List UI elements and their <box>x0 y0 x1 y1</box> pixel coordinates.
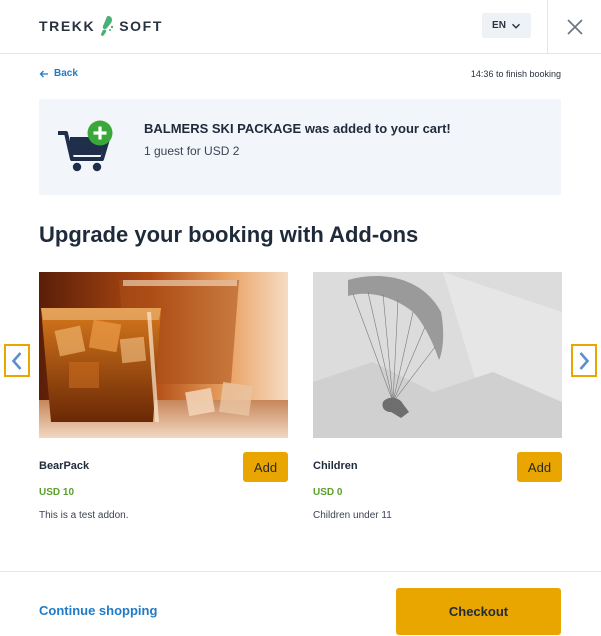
header-divider <box>547 0 548 54</box>
continue-shopping-link[interactable]: Continue shopping <box>39 603 157 618</box>
checkout-button[interactable]: Checkout <box>396 588 561 635</box>
close-icon <box>567 19 583 35</box>
carousel-next-button[interactable] <box>571 344 597 377</box>
chevron-right-icon <box>579 351 590 370</box>
add-addon-button[interactable]: Add <box>243 452 288 482</box>
addon-card: Children Add USD 0 Children under 11 <box>313 272 562 521</box>
addons-heading: Upgrade your booking with Add-ons <box>39 222 419 247</box>
booking-timer: 14:36 to finish booking <box>470 69 561 79</box>
carousel-prev-button[interactable] <box>4 344 30 377</box>
header: TREKK SOFT EN <box>0 0 601 54</box>
addon-image-paraglider <box>313 272 562 438</box>
language-label: EN <box>492 20 506 31</box>
logo-text-left: TREKK <box>39 18 96 34</box>
logo-text-right: SOFT <box>119 18 163 34</box>
cart-notice: BALMERS SKI PACKAGE was added to your ca… <box>39 99 561 195</box>
chevron-left-icon <box>11 351 22 370</box>
addon-description: Children under 11 <box>313 510 392 521</box>
cart-notice-subtitle: 1 guest for USD 2 <box>144 144 240 158</box>
chevron-down-icon <box>511 23 520 29</box>
close-button[interactable] <box>562 14 588 40</box>
addon-description: This is a test addon. <box>39 510 129 521</box>
addon-name: Children <box>313 460 358 472</box>
footer: Continue shopping Checkout <box>0 571 601 636</box>
add-addon-button[interactable]: Add <box>517 452 562 482</box>
addon-price: USD 10 <box>39 487 75 498</box>
back-label: Back <box>54 68 78 79</box>
addon-card: BearPack Add USD 10 This is a test addon… <box>39 272 288 521</box>
cart-added-icon <box>58 120 113 172</box>
arrow-left-icon <box>39 70 48 77</box>
addon-name: BearPack <box>39 460 90 472</box>
addon-price: USD 0 <box>313 487 343 498</box>
addon-image-whiskey <box>39 272 288 438</box>
trekksoft-logo[interactable]: TREKK SOFT <box>39 14 163 38</box>
back-link[interactable]: Back <box>39 68 78 79</box>
footprint-icon <box>101 16 114 36</box>
cart-notice-title: BALMERS SKI PACKAGE was added to your ca… <box>144 121 451 136</box>
language-selector[interactable]: EN <box>482 13 531 38</box>
